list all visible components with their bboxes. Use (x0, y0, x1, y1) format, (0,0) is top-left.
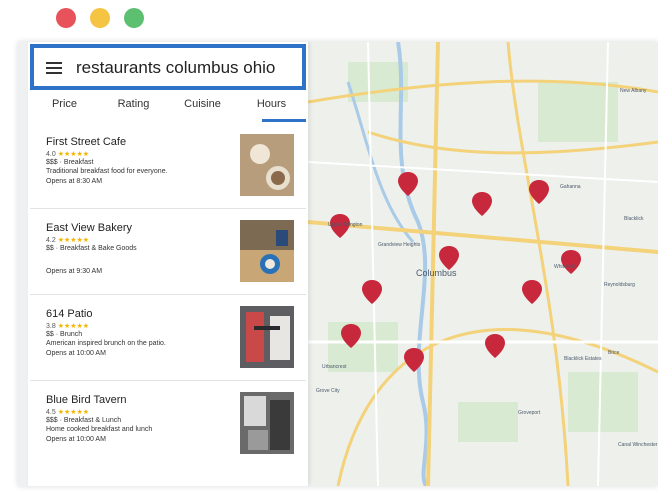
place-label: Groveport (518, 410, 541, 416)
result-card[interactable]: East View Bakery 4.2 ★★★★★ $$ · Breakfas… (30, 210, 306, 295)
result-photo[interactable] (240, 134, 294, 196)
close-window-button[interactable] (56, 8, 76, 28)
result-price: $$ · Brunch (46, 331, 83, 338)
place-label: Gahanna (560, 184, 581, 190)
result-card[interactable]: 614 Patio 3.8 ★★★★★ $$ · Brunch American… (30, 296, 306, 381)
place-label: Reynoldsburg (604, 282, 635, 288)
result-name: Blue Bird Tavern (46, 394, 127, 406)
filter-cuisine[interactable]: Cuisine (168, 98, 237, 118)
result-photo[interactable] (240, 392, 294, 454)
map-canvas[interactable]: Columbus Upper Arlington Grandview Heigh… (308, 42, 658, 486)
star-rating-icon: ★★★★★ (57, 151, 90, 158)
maps-app: Columbus Upper Arlington Grandview Heigh… (18, 42, 658, 486)
place-label: Grove City (316, 388, 340, 394)
place-label: Canal Winchester (618, 442, 658, 448)
filter-price[interactable]: Price (30, 98, 99, 118)
result-card[interactable]: Blue Bird Tavern 4.5 ★★★★★ $$$ · Breakfa… (30, 382, 306, 466)
minimize-window-button[interactable] (90, 8, 110, 28)
place-label: Blacklick Estates (564, 356, 602, 362)
place-label: Blacklick (624, 216, 644, 222)
search-bar[interactable]: restaurants columbus ohio (30, 44, 306, 90)
result-rating: 4.5 ★★★★★ (46, 409, 90, 416)
map-view[interactable]: Columbus Upper Arlington Grandview Heigh… (308, 42, 658, 486)
star-rating-icon: ★★★★★ (57, 237, 90, 244)
search-input[interactable]: restaurants columbus ohio (76, 58, 275, 78)
result-hours: Opens at 9:30 AM (46, 268, 103, 275)
result-description: Home cooked breakfast and lunch (46, 426, 153, 433)
result-price: $$$ · Breakfast (46, 159, 94, 166)
filter-hours[interactable]: Hours (237, 98, 306, 118)
result-description: Traditional breakfast food for everyone. (46, 168, 168, 175)
result-hours: Opens at 10:00 AM (46, 350, 106, 357)
place-label: Whitehall (554, 264, 575, 270)
result-photo[interactable] (240, 306, 294, 368)
app-window: Columbus Upper Arlington Grandview Heigh… (0, 0, 658, 493)
result-name: First Street Cafe (46, 136, 127, 148)
result-rating: 3.8 ★★★★★ (46, 323, 90, 330)
place-label: New Albany (620, 88, 647, 94)
active-filter-indicator (262, 119, 306, 122)
star-rating-icon: ★★★★★ (57, 409, 90, 416)
place-label: Grandview Heights (378, 242, 421, 248)
result-price: $$ · Breakfast & Bake Goods (46, 245, 137, 252)
result-name: 614 Patio (46, 308, 93, 320)
result-rating: 4.2 ★★★★★ (46, 237, 90, 244)
result-card[interactable]: First Street Cafe 4.0 ★★★★★ $$$ · Breakf… (30, 124, 306, 209)
result-rating: 4.0 ★★★★★ (46, 151, 90, 158)
place-label: Brice (608, 350, 620, 356)
star-rating-icon: ★★★★★ (57, 323, 90, 330)
city-label: Columbus (416, 268, 457, 278)
maximize-window-button[interactable] (124, 8, 144, 28)
result-hours: Opens at 8:30 AM (46, 178, 103, 185)
hamburger-menu-icon[interactable] (46, 62, 62, 74)
result-photo[interactable] (240, 220, 294, 282)
result-price: $$$ · Breakfast & Lunch (46, 417, 122, 424)
filter-rating[interactable]: Rating (99, 98, 168, 118)
filter-tabs: Price Rating Cuisine Hours (30, 98, 306, 118)
place-label: Upper Arlington (328, 222, 363, 228)
result-description: American inspired brunch on the patio. (46, 340, 166, 347)
place-label: Urbancrest (322, 364, 347, 370)
result-name: East View Bakery (46, 222, 133, 234)
result-hours: Opens at 10:00 AM (46, 436, 106, 443)
